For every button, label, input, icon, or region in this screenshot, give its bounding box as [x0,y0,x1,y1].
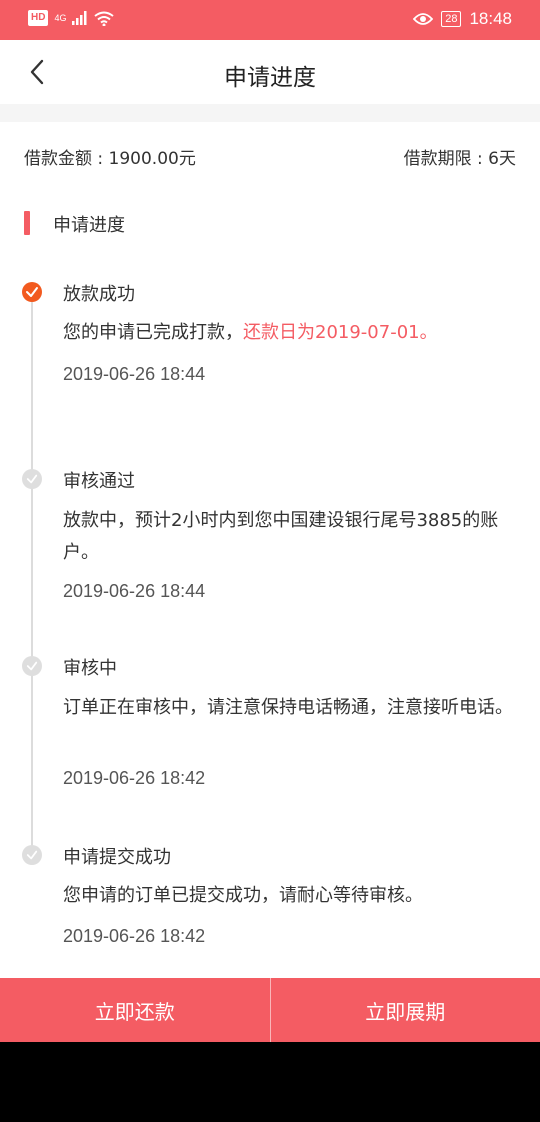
status-time: 18:48 [469,9,512,28]
check-icon [22,282,42,302]
status-right: 28 18:48 [413,9,512,29]
step-time: 2019-06-26 18:44 [63,581,206,601]
section-accent-bar [24,211,30,235]
signal-icon [72,11,87,25]
check-icon [22,656,42,676]
step-time: 2019-06-26 18:44 [63,364,206,384]
step-time: 2019-06-26 18:42 [63,926,206,946]
check-icon [22,845,42,865]
status-bar: HD 4G 28 18:48 [0,0,540,40]
system-nav-area [0,1042,540,1122]
step-description: 订单正在审核中，请注意保持电话畅通，注意接听电话。 [63,697,513,718]
check-icon [22,469,42,489]
step-title: 审核中 [63,658,117,679]
loan-amount: 借款金额 : 1900.00元 [24,149,196,169]
hd-badge: HD [28,10,49,26]
eye-icon [413,13,434,25]
step-time: 2019-06-26 18:42 [63,768,206,788]
status-left: HD 4G [28,10,115,26]
battery-icon: 28 [441,11,462,27]
bottom-action-bar: 立即还款 立即展期 [0,978,540,1042]
nav-bar: 申请进度 [0,40,540,104]
step-description: 您申请的订单已提交成功，请耐心等待审核。 [63,885,423,906]
step-title: 申请提交成功 [63,847,171,868]
step-title: 审核通过 [63,471,135,492]
page-title: 申请进度 [224,65,316,91]
repay-date-highlight: 还款日为2019-07-01。 [243,322,438,343]
step-title: 放款成功 [63,284,135,305]
step-description: 您的申请已完成打款，还款日为2019-07-01。 [63,317,523,349]
step-desc-text: 您的申请已完成打款， [63,322,243,343]
loan-term: 借款期限 : 6天 [403,149,516,169]
network-type: 4G [54,13,67,23]
timeline-line [31,292,33,852]
repay-button[interactable]: 立即还款 [0,978,270,1042]
loan-summary: 借款金额 : 1900.00元 借款期限 : 6天 [0,122,540,192]
nav-divider [0,104,540,122]
step-description: 放款中，预计2小时内到您中国建设银行尾号3885的账户。 [63,510,499,563]
section-title: 申请进度 [53,215,125,236]
wifi-icon [94,11,115,26]
extend-button[interactable]: 立即展期 [271,978,540,1042]
